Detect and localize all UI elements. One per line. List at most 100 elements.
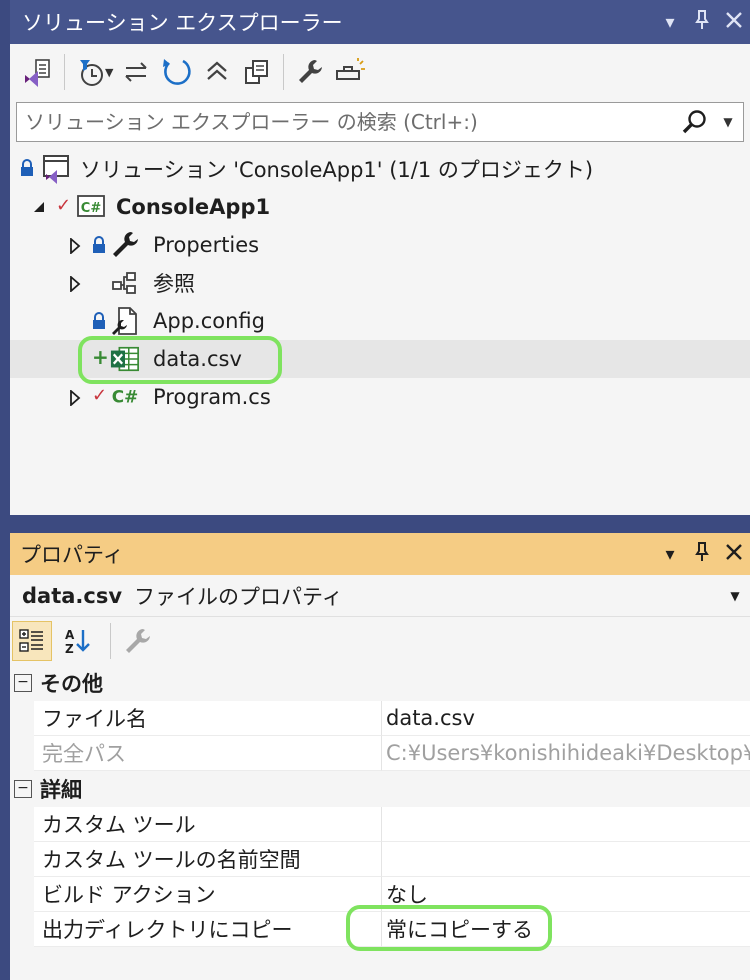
wrench-icon: [126, 629, 150, 653]
references-icon: [110, 268, 140, 298]
tree-item-project[interactable]: ✓ C# ConsoleApp1: [10, 188, 750, 226]
object-type: ファイルのプロパティ: [134, 584, 343, 609]
pin-icon[interactable]: [686, 9, 718, 35]
properties-button[interactable]: [290, 52, 330, 92]
lock-icon: [92, 235, 106, 259]
close-icon[interactable]: [718, 11, 750, 34]
program-cs-label: Program.cs: [153, 385, 271, 409]
search-options-dropdown-icon[interactable]: ▼: [713, 103, 743, 141]
object-name: data.csv: [22, 583, 123, 608]
properties-titlebar: プロパティ ▾: [10, 533, 750, 575]
expand-arrow-icon[interactable]: [68, 237, 82, 255]
show-all-files-icon: [245, 60, 269, 84]
property-row-full-path[interactable]: 完全パス C:¥Users¥konishihideaki¥Desktop¥C: [10, 736, 750, 771]
tree-item-app-config[interactable]: App.config: [10, 302, 750, 340]
tree-item-properties[interactable]: Properties: [10, 226, 750, 264]
property-pages-button[interactable]: [117, 621, 157, 661]
property-value[interactable]: data.csv: [382, 701, 750, 736]
property-name: ビルド アクション: [34, 877, 382, 912]
category-label: 詳細: [40, 778, 82, 802]
property-name: ファイル名: [34, 701, 382, 736]
preview-selected-items-button[interactable]: [330, 52, 370, 92]
svg-text:C#: C#: [112, 387, 139, 407]
solution-explorer-title: ソリューション エクスプローラー: [22, 11, 343, 35]
category-label: その他: [40, 672, 103, 696]
property-grid: − その他 ファイル名 data.csv 完全パス C:¥Users¥konis…: [10, 665, 750, 947]
properties-label: Properties: [153, 233, 260, 257]
switch-views-button[interactable]: [18, 52, 58, 92]
object-selector[interactable]: data.csv ファイルのプロパティ ▼: [10, 575, 750, 617]
refresh-icon: [163, 59, 192, 85]
properties-toolbar: A Z: [10, 617, 750, 665]
svg-text:Z: Z: [65, 642, 74, 656]
filter-dropdown-icon[interactable]: ▼: [105, 66, 113, 79]
toolbar-separator: [64, 54, 65, 90]
property-name: カスタム ツールの名前空間: [34, 842, 382, 877]
property-value[interactable]: [382, 842, 750, 877]
categorized-button[interactable]: [12, 621, 52, 661]
property-name: 完全パス: [34, 736, 382, 771]
property-value[interactable]: C:¥Users¥konishihideaki¥Desktop¥C: [382, 736, 750, 771]
collapse-box-icon[interactable]: −: [14, 674, 32, 692]
csharp-file-icon: C#: [110, 382, 140, 412]
clock-icon: [80, 60, 103, 86]
category-other[interactable]: − その他: [10, 665, 750, 701]
close-icon[interactable]: [718, 543, 750, 566]
config-file-icon: [110, 306, 140, 336]
collapse-all-icon: [207, 61, 228, 80]
app-config-label: App.config: [153, 309, 265, 333]
tree-item-data-csv[interactable]: + data.csv: [10, 340, 750, 378]
property-value[interactable]: [382, 807, 750, 842]
references-label: 参照: [153, 272, 195, 296]
preview-icon: [336, 58, 366, 80]
data-csv-label: data.csv: [153, 347, 242, 371]
collapse-box-icon[interactable]: −: [14, 780, 32, 798]
window-position-dropdown-icon[interactable]: ▾: [654, 12, 686, 33]
tree-item-references[interactable]: 参照: [10, 264, 750, 302]
property-row-custom-tool-namespace[interactable]: カスタム ツールの名前空間: [10, 842, 750, 877]
svg-text:C#: C#: [81, 201, 102, 216]
tree-item-solution[interactable]: ソリューション 'ConsoleApp1' (1/1 のプロジェクト): [10, 150, 750, 188]
collapse-arrow-icon[interactable]: [32, 200, 46, 214]
search-icon[interactable]: [677, 103, 713, 141]
expand-arrow-icon[interactable]: [68, 275, 82, 293]
lock-icon: [92, 311, 106, 335]
search-input[interactable]: [17, 110, 677, 134]
checkin-status-icon: ✓: [92, 385, 108, 406]
wrench-icon: [299, 60, 323, 83]
alphabetical-button[interactable]: A Z: [58, 621, 98, 661]
tree-item-program-cs[interactable]: ✓ C# Program.cs: [10, 378, 750, 416]
solution-explorer-search-box[interactable]: ▼: [16, 102, 744, 142]
category-advanced[interactable]: − 詳細: [10, 771, 750, 807]
property-row-file-name[interactable]: ファイル名 data.csv: [10, 701, 750, 736]
collapse-all-button[interactable]: [197, 52, 237, 92]
sync-with-active-document-button[interactable]: [117, 52, 157, 92]
sort-az-icon: A Z: [65, 628, 90, 656]
excel-file-icon: [110, 344, 140, 374]
property-row-copy-to-output[interactable]: 出力ディレクトリにコピー 常にコピーする: [10, 912, 750, 947]
window-position-dropdown-icon[interactable]: ▾: [654, 544, 686, 565]
show-all-files-button[interactable]: [237, 52, 277, 92]
toolbar-separator: [110, 623, 111, 659]
expand-arrow-icon[interactable]: [68, 389, 82, 407]
solution-explorer-panel: ソリューション エクスプローラー ▾ ▼ ソリューション エクスプローラー の検…: [10, 0, 750, 515]
property-value[interactable]: 常にコピーする: [382, 912, 750, 947]
checkin-status-icon: ✓: [56, 195, 72, 216]
property-row-custom-tool[interactable]: カスタム ツール: [10, 807, 750, 842]
refresh-button[interactable]: [157, 52, 197, 92]
property-name: カスタム ツール: [34, 807, 382, 842]
sync-arrows-icon: [125, 62, 148, 82]
property-name: 出力ディレクトリにコピー: [34, 912, 382, 947]
property-row-build-action[interactable]: ビルド アクション なし: [10, 877, 750, 912]
toolbar-separator: [283, 54, 285, 90]
object-selector-dropdown-icon[interactable]: ▼: [720, 589, 750, 603]
svg-text:A: A: [65, 628, 75, 642]
properties-panel: プロパティ ▾ data.csv ファイルのプロパティ ▼ A Z − その他 …: [10, 533, 750, 980]
pin-icon[interactable]: [686, 541, 718, 567]
property-value[interactable]: なし: [382, 877, 750, 912]
vs-solution-icon: [25, 59, 50, 87]
solution-explorer-toolbar: ▼: [10, 44, 750, 100]
solution-label: ソリューション 'ConsoleApp1' (1/1 のプロジェクト): [80, 158, 594, 182]
properties-title: プロパティ: [20, 543, 124, 567]
lock-icon: [20, 158, 34, 182]
